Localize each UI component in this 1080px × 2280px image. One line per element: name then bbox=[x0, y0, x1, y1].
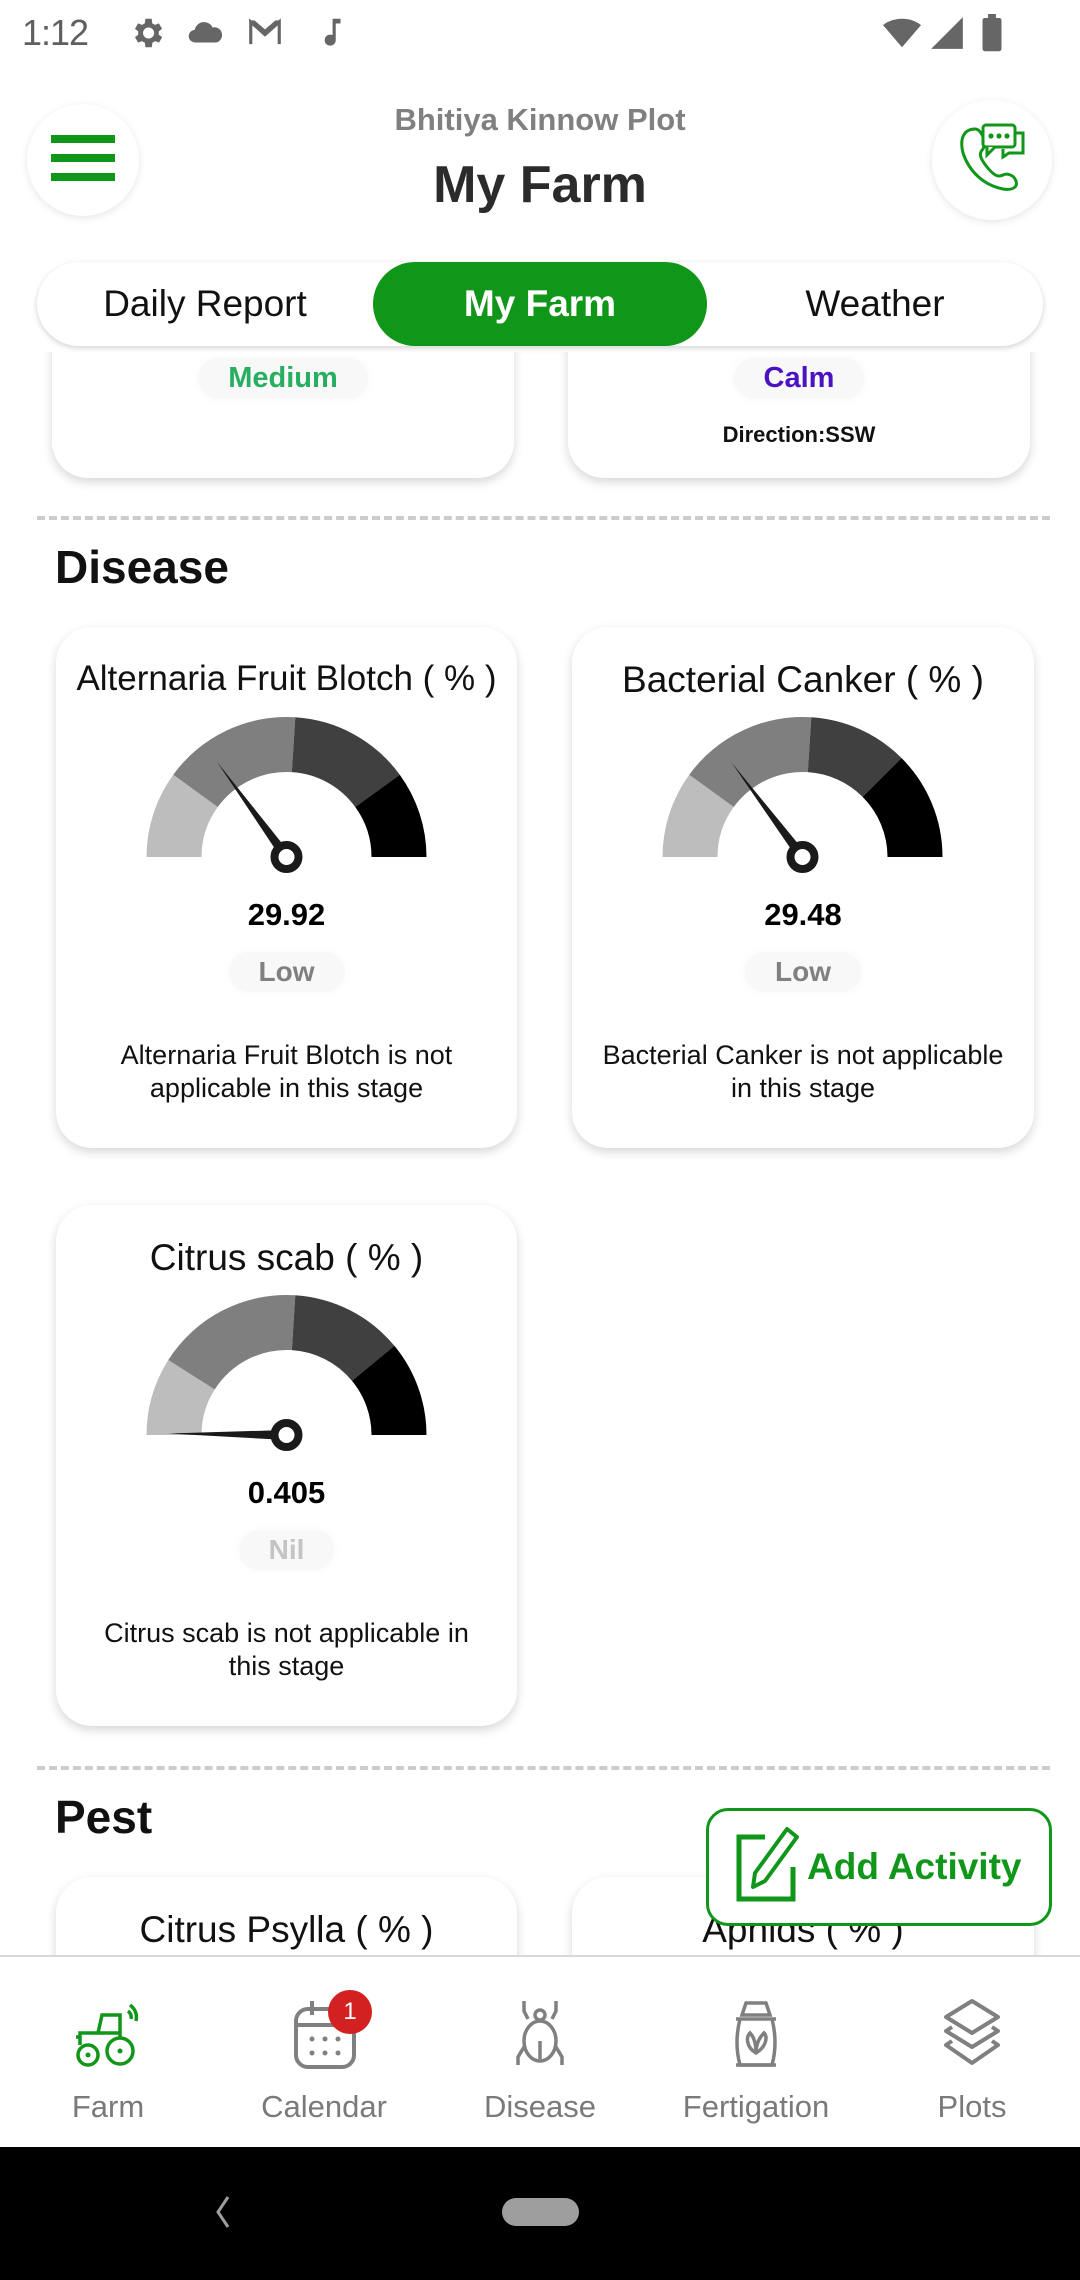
gauge-needle-hub bbox=[270, 1419, 303, 1451]
wind-card: Calm Direction:SSW bbox=[568, 352, 1030, 478]
condition-card: Medium bbox=[52, 352, 514, 478]
level-badge: Medium bbox=[198, 358, 368, 399]
gauge-needle-hub bbox=[270, 841, 303, 873]
wifi-icon bbox=[880, 14, 924, 52]
level-text: Low bbox=[258, 956, 315, 987]
battery-icon bbox=[978, 14, 1006, 52]
page-title: My Farm bbox=[433, 156, 647, 214]
status-time: 1:12 bbox=[22, 12, 89, 53]
phone-chat-icon bbox=[957, 123, 1027, 198]
signal-icon bbox=[928, 14, 966, 52]
tractor-icon bbox=[70, 1997, 146, 2073]
level-text: Medium bbox=[228, 362, 338, 394]
add-activity-button[interactable]: Add Activity bbox=[706, 1808, 1052, 1926]
bug-icon bbox=[502, 1997, 578, 2073]
gauge-card-citrus-psylla[interactable]: Citrus Psylla ( % ) bbox=[56, 1877, 517, 1955]
nav-label: Fertigation bbox=[682, 2089, 830, 2124]
gauge-value: 0.405 bbox=[247, 1475, 326, 1510]
level-badge: Nil bbox=[238, 1530, 335, 1570]
gauge-note: Alternaria Fruit Blotch is not applicabl… bbox=[120, 1040, 453, 1103]
gauge-card-bacterial-canker[interactable]: Bacterial Canker ( % ) 29.48 Low Bacteri… bbox=[572, 627, 1034, 1148]
nav-label: Farm bbox=[71, 2089, 145, 2124]
support-call-button[interactable] bbox=[932, 100, 1052, 220]
level-badge: Calm bbox=[733, 358, 865, 399]
gauge-chart bbox=[146, 1295, 427, 1451]
fertilizer-bag-icon bbox=[718, 1997, 794, 2073]
level-text: Nil bbox=[268, 1534, 305, 1565]
home-pill[interactable] bbox=[502, 2198, 579, 2226]
tab-my-farm[interactable]: My Farm bbox=[373, 262, 707, 346]
back-icon[interactable] bbox=[208, 2187, 238, 2237]
wind-direction: Direction:SSW bbox=[722, 422, 876, 447]
nav-disease[interactable]: Disease bbox=[432, 1957, 648, 2149]
plot-name: Bhitiya Kinnow Plot bbox=[394, 102, 686, 137]
nav-plots[interactable]: Plots bbox=[864, 1957, 1080, 2149]
level-badge: Low bbox=[745, 952, 861, 992]
bottom-navigation: Farm 1 Calendar Disease Fertigation Plot… bbox=[0, 1955, 1080, 2147]
nav-fertigation[interactable]: Fertigation bbox=[648, 1957, 864, 2149]
gauge-chart bbox=[146, 717, 427, 873]
gauge-card-alternaria[interactable]: Alternaria Fruit Blotch ( % ) 29.92 Low … bbox=[56, 627, 517, 1148]
nav-label: Calendar bbox=[261, 2089, 387, 2124]
status-bar: 1:12 bbox=[0, 0, 1080, 66]
gauge-title: Bacterial Canker ( % ) bbox=[622, 659, 984, 700]
farm-content-scroll[interactable]: Medium Calm Direction:SSW Disease Altern… bbox=[0, 352, 1080, 1955]
disease-heading: Disease bbox=[55, 541, 229, 593]
gauge-needle-hub bbox=[786, 841, 819, 873]
level-badge: Low bbox=[228, 952, 345, 992]
gauge-card-citrus-scab[interactable]: Citrus scab ( % ) 0.405 Nil Citrus scab … bbox=[56, 1205, 517, 1726]
pest-heading: Pest bbox=[55, 1791, 153, 1843]
gauge-value: 29.92 bbox=[247, 897, 326, 932]
nav-label: Disease bbox=[484, 2089, 596, 2124]
gauge-note: Bacterial Canker is not applicable in th… bbox=[602, 1040, 1004, 1103]
gauge-title: Citrus scab ( % ) bbox=[149, 1237, 424, 1278]
level-text: Calm bbox=[763, 362, 835, 394]
tab-weather[interactable]: Weather bbox=[707, 262, 1043, 346]
music-note-icon bbox=[312, 14, 350, 52]
add-activity-label: Add Activity bbox=[807, 1846, 1022, 1887]
nav-farm[interactable]: Farm bbox=[0, 1957, 216, 2149]
segment-tabs: Daily Report My Farm Weather bbox=[37, 262, 1043, 346]
nav-label: Plots bbox=[937, 2089, 1007, 2124]
section-divider bbox=[37, 516, 1050, 520]
gauge-title: Citrus Psylla ( % ) bbox=[139, 1909, 434, 1950]
level-text: Low bbox=[775, 956, 831, 987]
gauge-chart bbox=[662, 717, 943, 873]
system-navigation-bar bbox=[0, 2147, 1080, 2280]
gear-icon bbox=[128, 14, 166, 52]
nav-calendar[interactable]: 1 Calendar bbox=[216, 1957, 432, 2149]
notification-badge: 1 bbox=[328, 1990, 372, 2034]
tab-daily-report[interactable]: Daily Report bbox=[37, 262, 373, 346]
cloud-icon bbox=[186, 14, 224, 52]
gmail-icon bbox=[246, 14, 284, 52]
gauge-title: Alternaria Fruit Blotch ( % ) bbox=[76, 659, 497, 698]
gauge-note: Citrus scab is not applicable in this st… bbox=[104, 1618, 469, 1681]
edit-note-icon bbox=[735, 1826, 801, 1908]
section-divider bbox=[37, 1766, 1050, 1770]
gauge-value: 29.48 bbox=[764, 897, 842, 932]
layers-icon bbox=[934, 1997, 1010, 2073]
